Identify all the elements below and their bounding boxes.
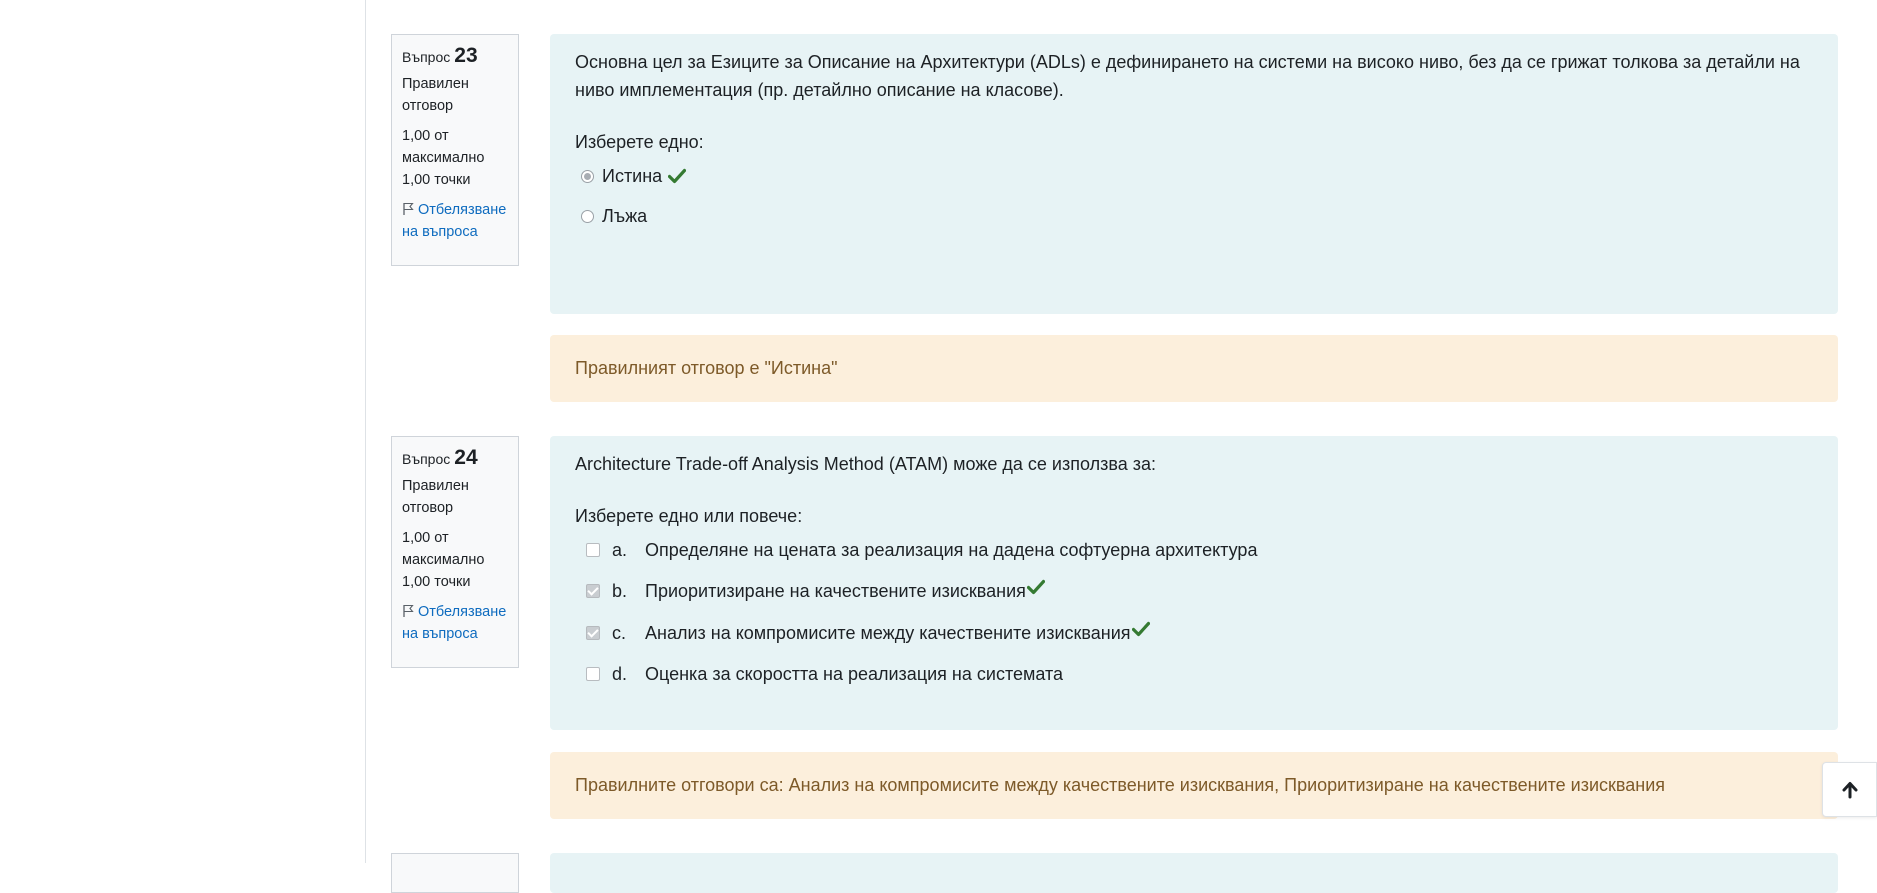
answer-letter: c.: [612, 623, 627, 643]
question-text: Основна цел за Езиците за Описание на Ар…: [575, 52, 1800, 100]
radio-true[interactable]: [581, 169, 594, 183]
question-info-23: Въпрос 23 Правилен отговор 1,00 от макси…: [391, 34, 519, 266]
checkbox-a[interactable]: [586, 543, 600, 557]
correct-answer-feedback-24: Правилните отговори са: Анализ на компро…: [550, 752, 1838, 819]
answer-label: Анализ на компромисите между качественит…: [645, 623, 1131, 643]
answer-option-true[interactable]: Истина: [575, 156, 1813, 196]
check-icon: [668, 168, 687, 184]
question-formulation-24: Architecture Trade-off Analysis Method (…: [550, 436, 1838, 730]
answer-label: Определяне на цената за реализация на да…: [645, 540, 1258, 560]
flag-question-link[interactable]: Отбелязване на въпроса: [402, 199, 508, 243]
answer-label: Оценка за скоростта на реализация на сис…: [645, 664, 1064, 684]
flag-icon: [403, 604, 414, 617]
checkbox-c[interactable]: [586, 626, 600, 640]
answer-label: Приоритизиране на качествените изисквани…: [645, 581, 1026, 601]
answer-prompt: Изберете едно или повече:: [575, 506, 803, 526]
answer-letter: d.: [612, 664, 628, 684]
question-state: Правилен отговор: [402, 76, 469, 114]
answer-option-a[interactable]: a. Определяне на цената за реализация на…: [575, 530, 1813, 570]
question-number: Въпрос 24: [402, 446, 478, 469]
answer-label: Истина: [602, 166, 663, 186]
answer-option-d[interactable]: d. Оценка за скоростта на реализация на …: [575, 654, 1813, 694]
checkbox-d[interactable]: [586, 667, 600, 681]
check-icon: [1131, 621, 1150, 637]
question-state: Правилен отговор: [402, 478, 469, 516]
question-formulation-25: [550, 853, 1838, 893]
answer-option-false[interactable]: Лъжа: [575, 196, 1813, 236]
question-info-24: Въпрос 24 Правилен отговор 1,00 от макси…: [391, 436, 519, 668]
question-grade: 1,00 от максимално 1,00 точки: [402, 128, 485, 188]
question-text: Architecture Trade-off Analysis Method (…: [575, 454, 1156, 474]
question-grade: 1,00 от максимално 1,00 точки: [402, 530, 485, 590]
flag-question-link[interactable]: Отбелязване на въпроса: [402, 601, 508, 645]
answer-option-b[interactable]: b. Приоритизиране на качествените изискв…: [575, 570, 1813, 612]
answer-letter: a.: [612, 540, 628, 560]
answer-option-c[interactable]: c. Анализ на компромисите между качестве…: [575, 612, 1813, 654]
answer-label: Лъжа: [602, 206, 648, 226]
check-icon: [1026, 579, 1045, 595]
question-info-25: [391, 853, 519, 893]
answer-prompt: Изберете едно:: [575, 132, 704, 152]
flag-icon: [403, 202, 414, 215]
question-formulation-23: Основна цел за Езиците за Описание на Ар…: [550, 34, 1838, 314]
correct-answer-feedback-23: Правилният отговор е "Истина": [550, 335, 1838, 402]
arrow-up-icon: [1842, 781, 1857, 798]
left-drawer-area: [0, 0, 366, 863]
question-number: Въпрос 23: [402, 44, 478, 67]
radio-false[interactable]: [581, 209, 594, 223]
answer-letter: b.: [612, 581, 628, 601]
back-to-top-button[interactable]: [1822, 762, 1877, 817]
checkbox-b[interactable]: [586, 584, 600, 598]
